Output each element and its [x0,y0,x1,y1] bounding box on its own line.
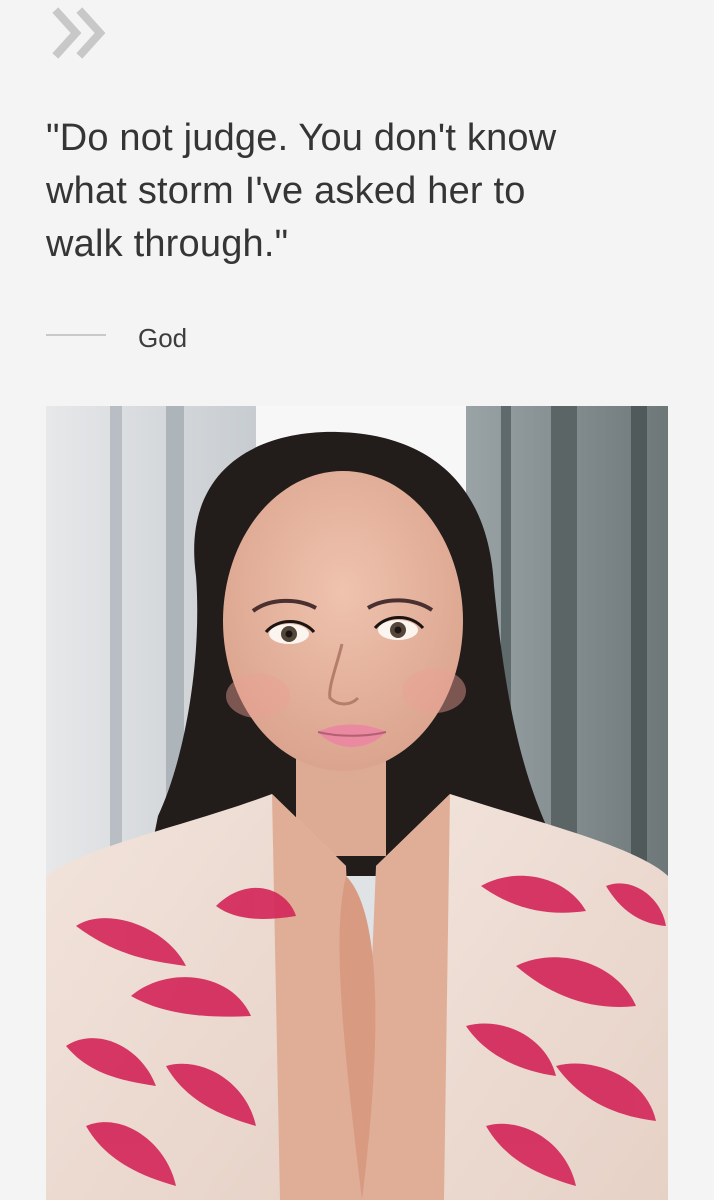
quote-attribution: God [138,323,188,353]
portrait-photo [46,406,668,1200]
attribution-divider [46,334,106,336]
double-chevron-right-icon[interactable] [52,5,116,61]
quote-text: "Do not judge. You don't know what storm… [46,117,557,265]
